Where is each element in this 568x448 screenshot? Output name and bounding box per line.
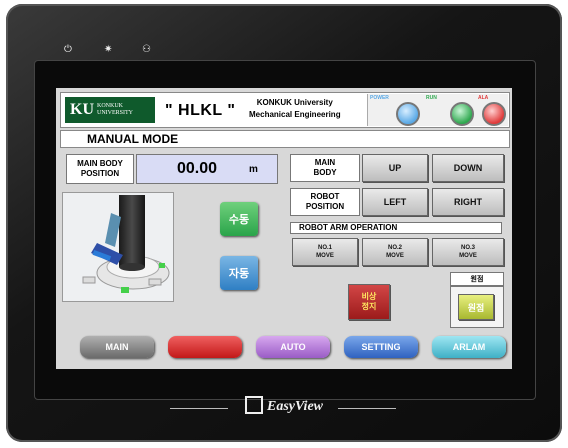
app-subtitle: KONKUK University Mechanical Engineering: [249, 98, 341, 119]
app-title: " HLKL ": [165, 102, 236, 119]
move-2-button[interactable]: NO.2 MOVE: [362, 238, 428, 266]
brand-logo: EasyView: [0, 396, 568, 416]
alarm-lamp-icon: [482, 102, 506, 126]
move-1-button[interactable]: NO.1 MOVE: [292, 238, 358, 266]
position-unit: m: [249, 164, 258, 175]
robot-arm-title: ROBOT ARM OPERATION: [290, 222, 502, 234]
down-button[interactable]: DOWN: [432, 154, 504, 182]
auto-mode-button[interactable]: 자동: [220, 256, 258, 290]
power-led-icon: ⏻: [64, 44, 72, 55]
left-button[interactable]: LEFT: [362, 188, 428, 216]
move-3-button[interactable]: NO.3 MOVE: [432, 238, 504, 266]
status-lamps: POWER RUN ALA: [367, 94, 508, 126]
nav-auto-button[interactable]: AUTO: [256, 336, 330, 358]
emergency-stop-button[interactable]: 비상 정지: [348, 284, 390, 320]
position-display: 00.00 m: [136, 154, 278, 184]
run-lamp-icon: [450, 102, 474, 126]
robot-render-icon: [63, 193, 173, 301]
brand-icon: [244, 396, 263, 414]
network-led-icon: ⚇: [142, 44, 151, 55]
status-led-icon: ✷: [104, 44, 113, 55]
power-lamp-label: POWER: [370, 95, 389, 101]
position-label: MAIN BODY POSITION: [66, 154, 134, 184]
mode-title-bar: MANUAL MODE: [60, 130, 510, 148]
nav-main-button[interactable]: MAIN: [80, 336, 154, 358]
hmi-screen: KU KONKUK UNIVERSITY " HLKL " KONKUK Univ…: [56, 88, 512, 369]
nav-alarm-button[interactable]: ARLAM: [432, 336, 506, 358]
up-button[interactable]: UP: [362, 154, 428, 182]
ku-logo: KU KONKUK UNIVERSITY: [65, 97, 155, 123]
robot-model-image: [62, 192, 174, 302]
power-lamp-icon: [396, 102, 420, 126]
nav-setting-button[interactable]: SETTING: [344, 336, 418, 358]
origin-button[interactable]: 원점: [458, 294, 494, 320]
robot-position-label: ROBOT POSITION: [290, 188, 360, 216]
ala-lamp-label: ALA: [478, 95, 489, 101]
origin-label: 원점: [450, 272, 504, 286]
nav-red-button[interactable]: [168, 336, 242, 358]
main-body-label: MAIN BODY: [290, 154, 360, 182]
right-button[interactable]: RIGHT: [432, 188, 504, 216]
run-lamp-label: RUN: [426, 95, 437, 101]
header-bar: KU KONKUK UNIVERSITY " HLKL " KONKUK Univ…: [60, 92, 510, 128]
manual-mode-button[interactable]: 수동: [220, 202, 258, 236]
position-value: 00.00: [177, 160, 218, 177]
